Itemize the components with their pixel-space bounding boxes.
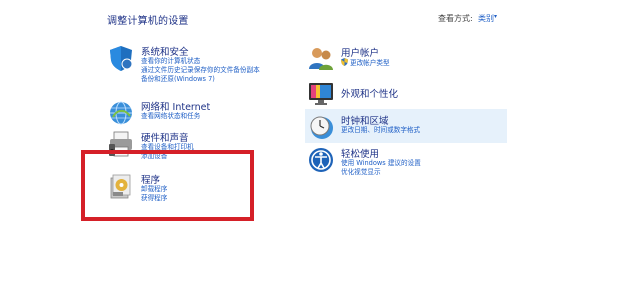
category-title[interactable]: 外观和个性化 [341, 86, 398, 100]
link-network-status[interactable]: 查看网络状态和任务 [141, 112, 200, 121]
clock-globe-icon [310, 116, 333, 139]
uac-shield-icon [341, 58, 348, 66]
category-title[interactable]: 轻松使用 [341, 146, 379, 160]
category-title[interactable]: 系统和安全 [141, 44, 189, 58]
view-by-dropdown[interactable]: 类别 [478, 13, 494, 24]
users-icon [309, 48, 333, 70]
link-change-account-type[interactable]: 更改帐户类型 [341, 58, 390, 68]
category-title[interactable]: 网络和 Internet [141, 99, 210, 113]
link-view-computer-status[interactable]: 查看你的计算机状态 [141, 57, 260, 66]
chevron-down-icon[interactable]: ▾ [494, 13, 497, 20]
link-label[interactable]: 更改帐户类型 [350, 59, 390, 67]
shield-icon [110, 46, 133, 71]
monitor-palette-icon [309, 83, 333, 105]
ease-of-access-icon [309, 148, 333, 172]
category-title[interactable]: 硬件和声音 [141, 130, 189, 144]
link-windows-recommended-settings[interactable]: 使用 Windows 建议的设置 [341, 159, 421, 168]
category-title[interactable]: 时钟和区域 [341, 113, 389, 127]
page-title: 调整计算机的设置 [107, 16, 189, 27]
red-highlight-box [81, 150, 254, 221]
network-globe-icon [110, 101, 132, 125]
link-change-date-time-format[interactable]: 更改日期、时间或数字格式 [341, 126, 420, 135]
view-by-label: 查看方式: [438, 14, 473, 23]
link-backup-restore[interactable]: 备份和还原(Windows 7) [141, 75, 260, 84]
link-optimize-visual-display[interactable]: 优化视觉显示 [341, 168, 421, 177]
category-title[interactable]: 用户帐户 [341, 45, 379, 59]
